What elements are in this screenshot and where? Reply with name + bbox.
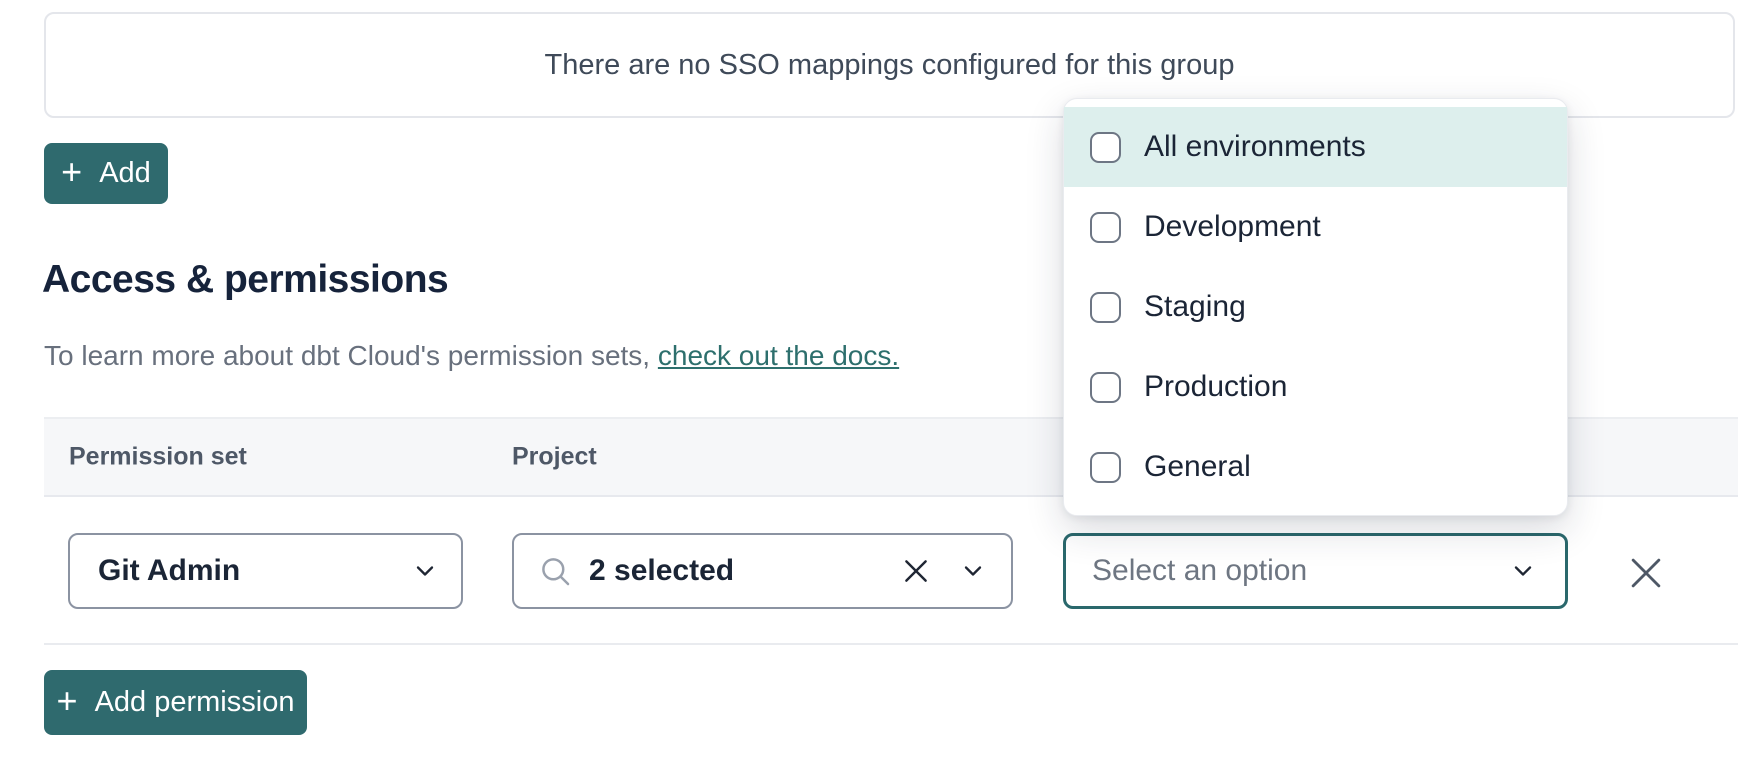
menu-option-label: Development [1144,210,1321,244]
chevron-down-icon [1509,557,1537,585]
sso-empty-message: There are no SSO mappings configured for… [545,49,1235,82]
permission-set-select[interactable]: Git Admin [68,533,463,609]
menu-option-general[interactable]: General [1064,427,1567,507]
remove-row-icon[interactable] [1620,547,1672,599]
add-button-label: Add [99,157,151,190]
column-header-project: Project [512,443,597,472]
environment-select-placeholder: Select an option [1092,554,1307,588]
menu-option-label: All environments [1144,130,1366,164]
menu-option-development[interactable]: Development [1064,187,1567,267]
checkbox-icon[interactable] [1090,132,1121,163]
section-description: To learn more about dbt Cloud's permissi… [44,338,899,374]
search-icon [538,554,573,589]
chevron-down-icon[interactable] [959,557,987,585]
project-selected-count: 2 selected [589,554,883,588]
menu-option-staging[interactable]: Staging [1064,267,1567,347]
checkbox-icon[interactable] [1090,372,1121,403]
row-divider [44,643,1738,645]
page-title: Access & permissions [42,256,448,304]
checkbox-icon[interactable] [1090,212,1121,243]
chevron-down-icon [411,557,439,585]
description-text: To learn more about dbt Cloud's permissi… [44,340,658,371]
environment-select[interactable]: Select an option [1063,533,1568,609]
docs-link[interactable]: check out the docs. [658,340,899,371]
menu-option-label: Production [1144,370,1287,404]
plus-icon: + [57,683,78,719]
project-select[interactable]: 2 selected [512,533,1013,609]
menu-option-label: Staging [1144,290,1246,324]
checkbox-icon[interactable] [1090,292,1121,323]
checkbox-icon[interactable] [1090,452,1121,483]
add-permission-button[interactable]: + Add permission [44,670,307,735]
column-header-permission-set: Permission set [69,443,247,472]
menu-option-label: General [1144,450,1251,484]
add-permission-label: Add permission [95,686,295,719]
menu-option-production[interactable]: Production [1064,347,1567,427]
menu-option-all-environments[interactable]: All environments [1064,107,1567,187]
add-sso-mapping-button[interactable]: + Add [44,143,168,204]
plus-icon: + [61,154,82,190]
permission-set-value: Git Admin [98,554,240,588]
environment-dropdown-menu: All environments Development Staging Pro… [1063,98,1568,516]
clear-selection-icon[interactable] [899,554,933,588]
